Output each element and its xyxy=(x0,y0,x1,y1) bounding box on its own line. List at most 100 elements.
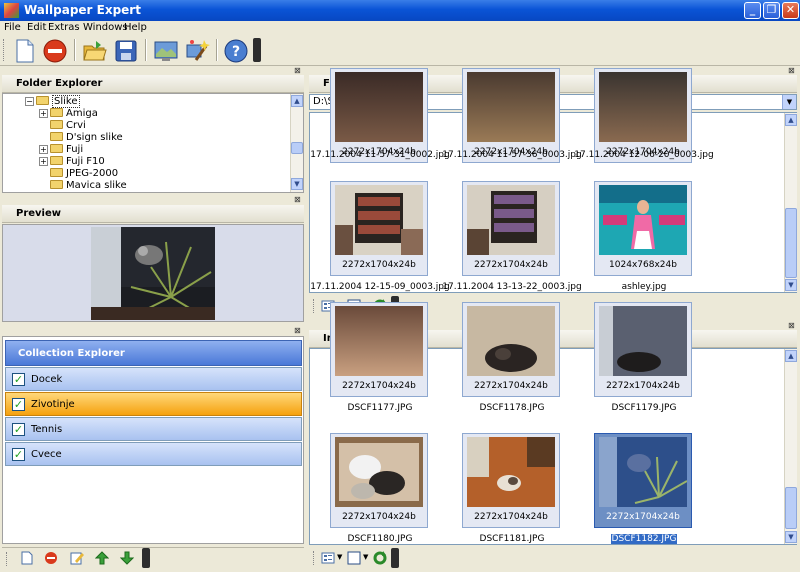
file-name[interactable]: 17.11.2004 12-06-20_0003.jpg xyxy=(569,150,719,160)
collection-item-docek[interactable]: ✓ Docek xyxy=(5,367,302,391)
delete-collection-icon[interactable] xyxy=(44,551,58,565)
scroll-down-icon[interactable]: ▼ xyxy=(785,279,797,291)
scroll-down-icon[interactable]: ▼ xyxy=(785,531,797,543)
image-thumbnail[interactable]: 2272x1704x24b xyxy=(330,433,428,528)
pin-close-icon[interactable]: ⊠ xyxy=(788,321,795,330)
chevron-down-icon[interactable]: ▼ xyxy=(363,553,368,561)
image-thumbnail[interactable]: 2272x1704x24b xyxy=(462,302,560,397)
refresh-icon[interactable] xyxy=(373,551,387,565)
file-explorer-grid[interactable]: 2272x1704x24b 17.11.2004 11-57-31_0002.j… xyxy=(309,68,797,293)
collection-item-cvece[interactable]: ✓ Cvece xyxy=(5,442,302,466)
tree-item[interactable]: − Slike xyxy=(25,95,80,108)
open-folder-icon[interactable] xyxy=(82,38,108,64)
desktop-preview-icon[interactable] xyxy=(153,38,179,64)
file-thumbnail[interactable]: 2272x1704x24b xyxy=(462,68,560,163)
maximize-button[interactable]: ❐ xyxy=(763,2,780,19)
file-thumbnail[interactable]: 2272x1704x24b xyxy=(594,68,692,163)
title-bar[interactable]: Wallpaper Expert _ ❐ ✕ xyxy=(0,0,800,21)
file-name[interactable]: 17.11.2004 11-57-31_0002.jpg xyxy=(305,150,455,160)
new-document-icon[interactable] xyxy=(12,38,38,64)
collection-item-tennis[interactable]: ✓ Tennis xyxy=(5,417,302,441)
thumbnail-size-icon[interactable] xyxy=(347,551,361,565)
stop-icon[interactable] xyxy=(42,38,68,64)
expand-icon[interactable]: + xyxy=(39,109,48,118)
image-thumbnail[interactable]: 2272x1704x24b xyxy=(594,302,692,397)
pin-close-icon[interactable]: ⊠ xyxy=(788,66,795,75)
tree-item[interactable]: + Fuji F10 xyxy=(39,156,105,168)
toolbar-grip[interactable] xyxy=(3,39,6,61)
view-mode-icon[interactable] xyxy=(321,551,335,565)
image-thumbnail[interactable]: 2272x1704x24b xyxy=(462,433,560,528)
tree-item[interactable]: Mavica slike xyxy=(50,180,127,192)
tree-item[interactable]: + Amiga xyxy=(39,108,98,120)
help-icon[interactable]: ? xyxy=(223,38,249,64)
pin-close-icon[interactable]: ⊠ xyxy=(294,195,301,204)
close-button[interactable]: ✕ xyxy=(782,2,799,19)
checkbox[interactable]: ✓ xyxy=(12,448,25,461)
file-name[interactable]: DSCF1178.JPG xyxy=(437,403,587,413)
menu-windows[interactable]: Windows xyxy=(83,22,128,33)
move-up-icon[interactable] xyxy=(94,551,110,565)
pin-close-icon[interactable]: ⊠ xyxy=(294,326,301,335)
scroll-up-icon[interactable]: ▲ xyxy=(785,350,797,362)
toolbar-grip[interactable] xyxy=(6,552,9,566)
tree-item[interactable]: D'sign slike xyxy=(50,132,123,144)
wizard-icon[interactable] xyxy=(184,38,210,64)
minimize-button[interactable]: _ xyxy=(744,2,761,19)
file-thumbnail[interactable]: 2272x1704x24b xyxy=(462,181,560,276)
file-name[interactable]: ashley.jpg xyxy=(569,282,719,292)
splitter[interactable] xyxy=(0,327,307,333)
scroll-thumb[interactable] xyxy=(785,208,797,278)
folder-tree[interactable]: − Slike + Amiga Crvi D'sign slike + Fuji + F… xyxy=(2,93,304,193)
file-name[interactable]: 17.11.2004 11-57-36_0003.jpg xyxy=(437,150,587,160)
edit-collection-icon[interactable] xyxy=(70,551,84,565)
toolbar-grip[interactable] xyxy=(313,299,316,313)
menu-extras[interactable]: Extras xyxy=(48,22,80,33)
collection-item-zivotinje[interactable]: ✓ Zivotinje xyxy=(5,392,302,416)
menu-edit[interactable]: Edit xyxy=(27,22,46,33)
image-thumbnail-selected[interactable]: 2272x1704x24b xyxy=(594,433,692,528)
splitter[interactable] xyxy=(0,196,307,202)
folder-tree-scrollbar[interactable]: ▲ ▼ xyxy=(290,94,303,192)
file-name[interactable]: DSCF1181.JPG xyxy=(437,534,587,544)
expand-icon[interactable]: + xyxy=(39,145,48,154)
file-thumbnail[interactable]: 1024x768x24b xyxy=(594,181,692,276)
toolbar-overflow-grip[interactable] xyxy=(142,548,150,568)
move-down-icon[interactable] xyxy=(119,551,135,565)
toolbar-overflow-grip[interactable] xyxy=(253,38,261,62)
menu-help[interactable]: Help xyxy=(124,22,147,33)
file-name[interactable]: 17.11.2004 12-15-09_0003.jpg xyxy=(305,282,455,292)
scroll-thumb[interactable] xyxy=(785,487,797,529)
file-thumbnail[interactable]: 2272x1704x24b xyxy=(330,181,428,276)
tree-item[interactable]: + Fuji xyxy=(39,144,83,156)
file-name[interactable]: 17.11.2004 13-13-22_0003.jpg xyxy=(437,282,587,292)
file-name[interactable]: DSCF1179.JPG xyxy=(569,403,719,413)
checkbox[interactable]: ✓ xyxy=(12,398,25,411)
file-thumbnail[interactable]: 2272x1704x24b xyxy=(330,68,428,163)
toolbar-grip[interactable] xyxy=(313,551,316,565)
scroll-down-icon[interactable]: ▼ xyxy=(291,178,303,190)
pin-close-icon[interactable]: ⊠ xyxy=(294,66,301,75)
image-thumbnail[interactable]: 2272x1704x24b xyxy=(330,302,428,397)
image-explorer-grid[interactable]: 2272x1704x24b DSCF1177.JPG 2272x1704x24b… xyxy=(309,302,797,545)
splitter[interactable] xyxy=(0,67,307,73)
file-name-selected[interactable]: DSCF1182.JPG xyxy=(569,534,719,544)
file-explorer-scrollbar[interactable]: ▲ ▼ xyxy=(784,113,797,292)
menu-file[interactable]: File xyxy=(4,22,21,33)
image-explorer-scrollbar[interactable]: ▲ ▼ xyxy=(784,349,797,544)
collapse-icon[interactable]: − xyxy=(25,97,34,106)
scroll-up-icon[interactable]: ▲ xyxy=(291,95,303,107)
chevron-down-icon[interactable]: ▼ xyxy=(782,95,796,109)
scroll-thumb[interactable] xyxy=(291,142,303,154)
new-collection-icon[interactable] xyxy=(20,551,34,565)
chevron-down-icon[interactable]: ▼ xyxy=(337,553,342,561)
file-name[interactable]: DSCF1177.JPG xyxy=(305,403,455,413)
checkbox[interactable]: ✓ xyxy=(12,373,25,386)
save-icon[interactable] xyxy=(113,38,139,64)
tree-item[interactable]: JPEG-2000 xyxy=(50,168,118,180)
scroll-up-icon[interactable]: ▲ xyxy=(785,114,797,126)
toolbar-overflow-grip[interactable] xyxy=(391,548,399,568)
tree-item[interactable]: Crvi xyxy=(50,120,86,132)
expand-icon[interactable]: + xyxy=(39,157,48,166)
checkbox[interactable]: ✓ xyxy=(12,423,25,436)
